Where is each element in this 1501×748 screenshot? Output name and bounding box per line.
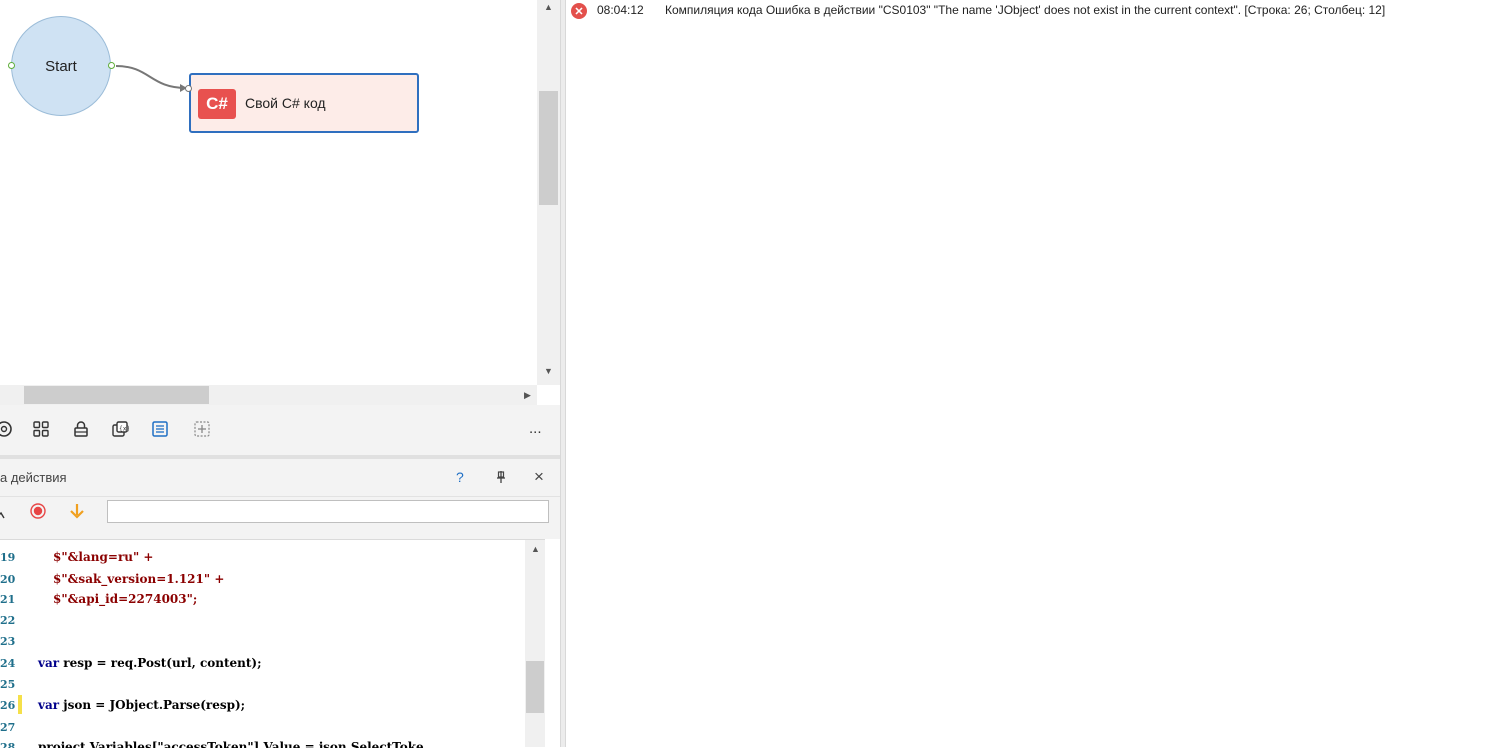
log-time: 08:04:12 (597, 3, 644, 17)
panel-header (0, 459, 560, 497)
code-line: var resp = req.Post(url, content); (38, 656, 262, 670)
canvas-horizontal-scroll-thumb[interactable] (24, 386, 209, 404)
keyword: var (38, 656, 60, 670)
list-icon[interactable] (150, 419, 170, 439)
code-text: resp = req.Post(url, content); (59, 656, 262, 670)
error-icon: ✕ (571, 3, 587, 19)
start-input-port[interactable] (8, 62, 15, 69)
start-node-label: Start (45, 57, 77, 75)
code-text: json = JObject.Parse(resp); (59, 698, 246, 712)
editor-vertical-scrollbar[interactable] (525, 540, 545, 747)
editor-scroll-up-icon[interactable]: ▲ (531, 544, 540, 554)
close-button[interactable]: × (534, 467, 544, 487)
start-node[interactable]: Start (11, 16, 111, 116)
code-line: $"&api_id=2274003"; (53, 592, 198, 606)
current-line-marker (18, 695, 22, 714)
arrow-down-icon[interactable] (68, 502, 86, 520)
action-node-label: Свой C# код (245, 95, 326, 111)
csharp-icon: C# (198, 89, 236, 119)
svg-text:{x}: {x} (119, 426, 129, 433)
line-number: 23 (0, 635, 16, 648)
vertical-splitter[interactable] (560, 0, 566, 747)
variables-icon[interactable]: {x} (110, 419, 130, 439)
csharp-action-node[interactable]: C# Свой C# код (189, 73, 419, 133)
editor-scroll-thumb[interactable] (526, 661, 544, 713)
log-message: Компиляция кода Ошибка в действии "CS010… (665, 3, 1386, 17)
canvas-vertical-scroll-thumb[interactable] (539, 91, 558, 205)
code-line: var json = JObject.Parse(resp); (38, 698, 245, 712)
start-output-port[interactable] (108, 62, 115, 69)
help-button[interactable]: ? (456, 469, 464, 485)
panel-title: а действия (0, 470, 67, 485)
more-button[interactable]: ... (529, 420, 542, 437)
line-number: 22 (0, 614, 16, 627)
record-icon[interactable] (29, 502, 47, 520)
line-number: 25 (0, 678, 16, 691)
grid-icon[interactable] (31, 419, 51, 439)
scroll-right-icon[interactable]: ▶ (524, 390, 531, 401)
line-number: 27 (0, 721, 16, 734)
line-number: 21 (0, 593, 16, 606)
action-search-input[interactable] (107, 500, 549, 523)
code-editor[interactable]: 19 $"&lang=ru" + 20 $"&sak_version=1.121… (0, 539, 545, 748)
action-input-port[interactable] (185, 85, 192, 92)
lock-icon[interactable] (71, 419, 91, 439)
line-number: 20 (0, 573, 16, 586)
pin-icon[interactable] (494, 470, 508, 484)
code-line: $"&sak_version=1.121" + (53, 572, 225, 586)
connection-line[interactable] (115, 65, 187, 89)
settings-icon[interactable] (0, 419, 14, 439)
project-canvas[interactable]: Start C# Свой C# код (0, 0, 537, 385)
pointer-icon[interactable] (0, 503, 8, 519)
line-number: 26 (0, 699, 16, 712)
line-number: 19 (0, 551, 16, 564)
add-block-icon[interactable] (192, 419, 212, 439)
scroll-down-icon[interactable]: ▼ (544, 366, 553, 376)
line-number: 24 (0, 657, 16, 670)
code-line: $"&lang=ru" + (53, 550, 154, 564)
keyword: var (38, 698, 60, 712)
scroll-up-icon[interactable]: ▲ (544, 2, 553, 12)
